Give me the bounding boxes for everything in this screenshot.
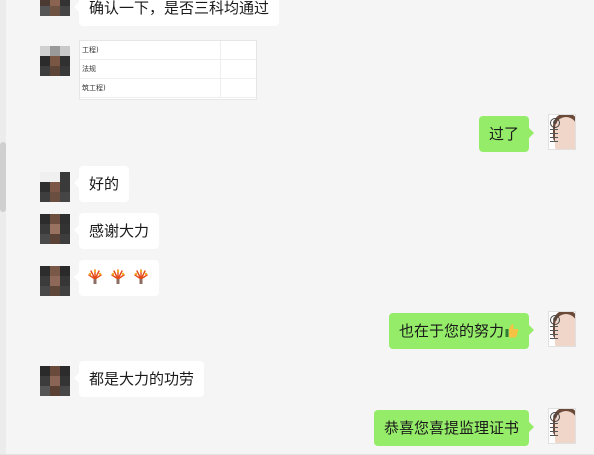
message-bubble-incoming[interactable]: 确认一下，是否三科均通过 [73, 0, 280, 26]
firework-emoji-icon [133, 269, 148, 284]
scrollbar-track[interactable] [0, 0, 6, 455]
contact-avatar[interactable] [40, 366, 70, 396]
logo-icon: ⊗ [550, 412, 560, 422]
message-bubble-incoming[interactable]: 都是大力的功劳 [73, 361, 205, 397]
message-bubble-outgoing[interactable]: 也在于您的努力 [388, 313, 535, 349]
firework-emoji-icon [111, 269, 125, 284]
contact-avatar[interactable] [40, 214, 70, 244]
scrollbar-thumb[interactable] [0, 142, 6, 212]
logo-icon: ⊗ [550, 118, 560, 128]
contact-avatar[interactable] [40, 266, 70, 296]
contact-avatar[interactable] [40, 0, 70, 16]
message-text: 也在于您的努力 [398, 322, 504, 340]
firework-emoji-icon [88, 269, 102, 284]
thumbs-up-emoji-icon [505, 324, 519, 338]
shared-document-image[interactable]: 工程) 法规 筑工程) [79, 40, 257, 100]
document-row: 法规 [80, 60, 256, 79]
message-bubble-incoming[interactable] [74, 260, 159, 296]
logo-icon: ⊗ [550, 315, 560, 325]
message-bubble-outgoing[interactable]: 过了 [478, 116, 535, 152]
message-bubble-outgoing[interactable]: 恭喜您喜提监理证书 [373, 410, 535, 446]
message-bubble-incoming[interactable]: 好的 [73, 166, 130, 202]
my-avatar[interactable]: ⊗ [548, 114, 576, 150]
contact-avatar[interactable] [40, 46, 70, 76]
contact-avatar[interactable] [40, 172, 70, 202]
message-bubble-incoming[interactable]: 感谢大力 [73, 213, 160, 249]
my-avatar[interactable]: ⊗ [548, 408, 576, 444]
document-row: 工程) [80, 41, 256, 60]
my-avatar[interactable]: ⊗ [548, 311, 576, 347]
document-row: 筑工程) [80, 79, 256, 98]
